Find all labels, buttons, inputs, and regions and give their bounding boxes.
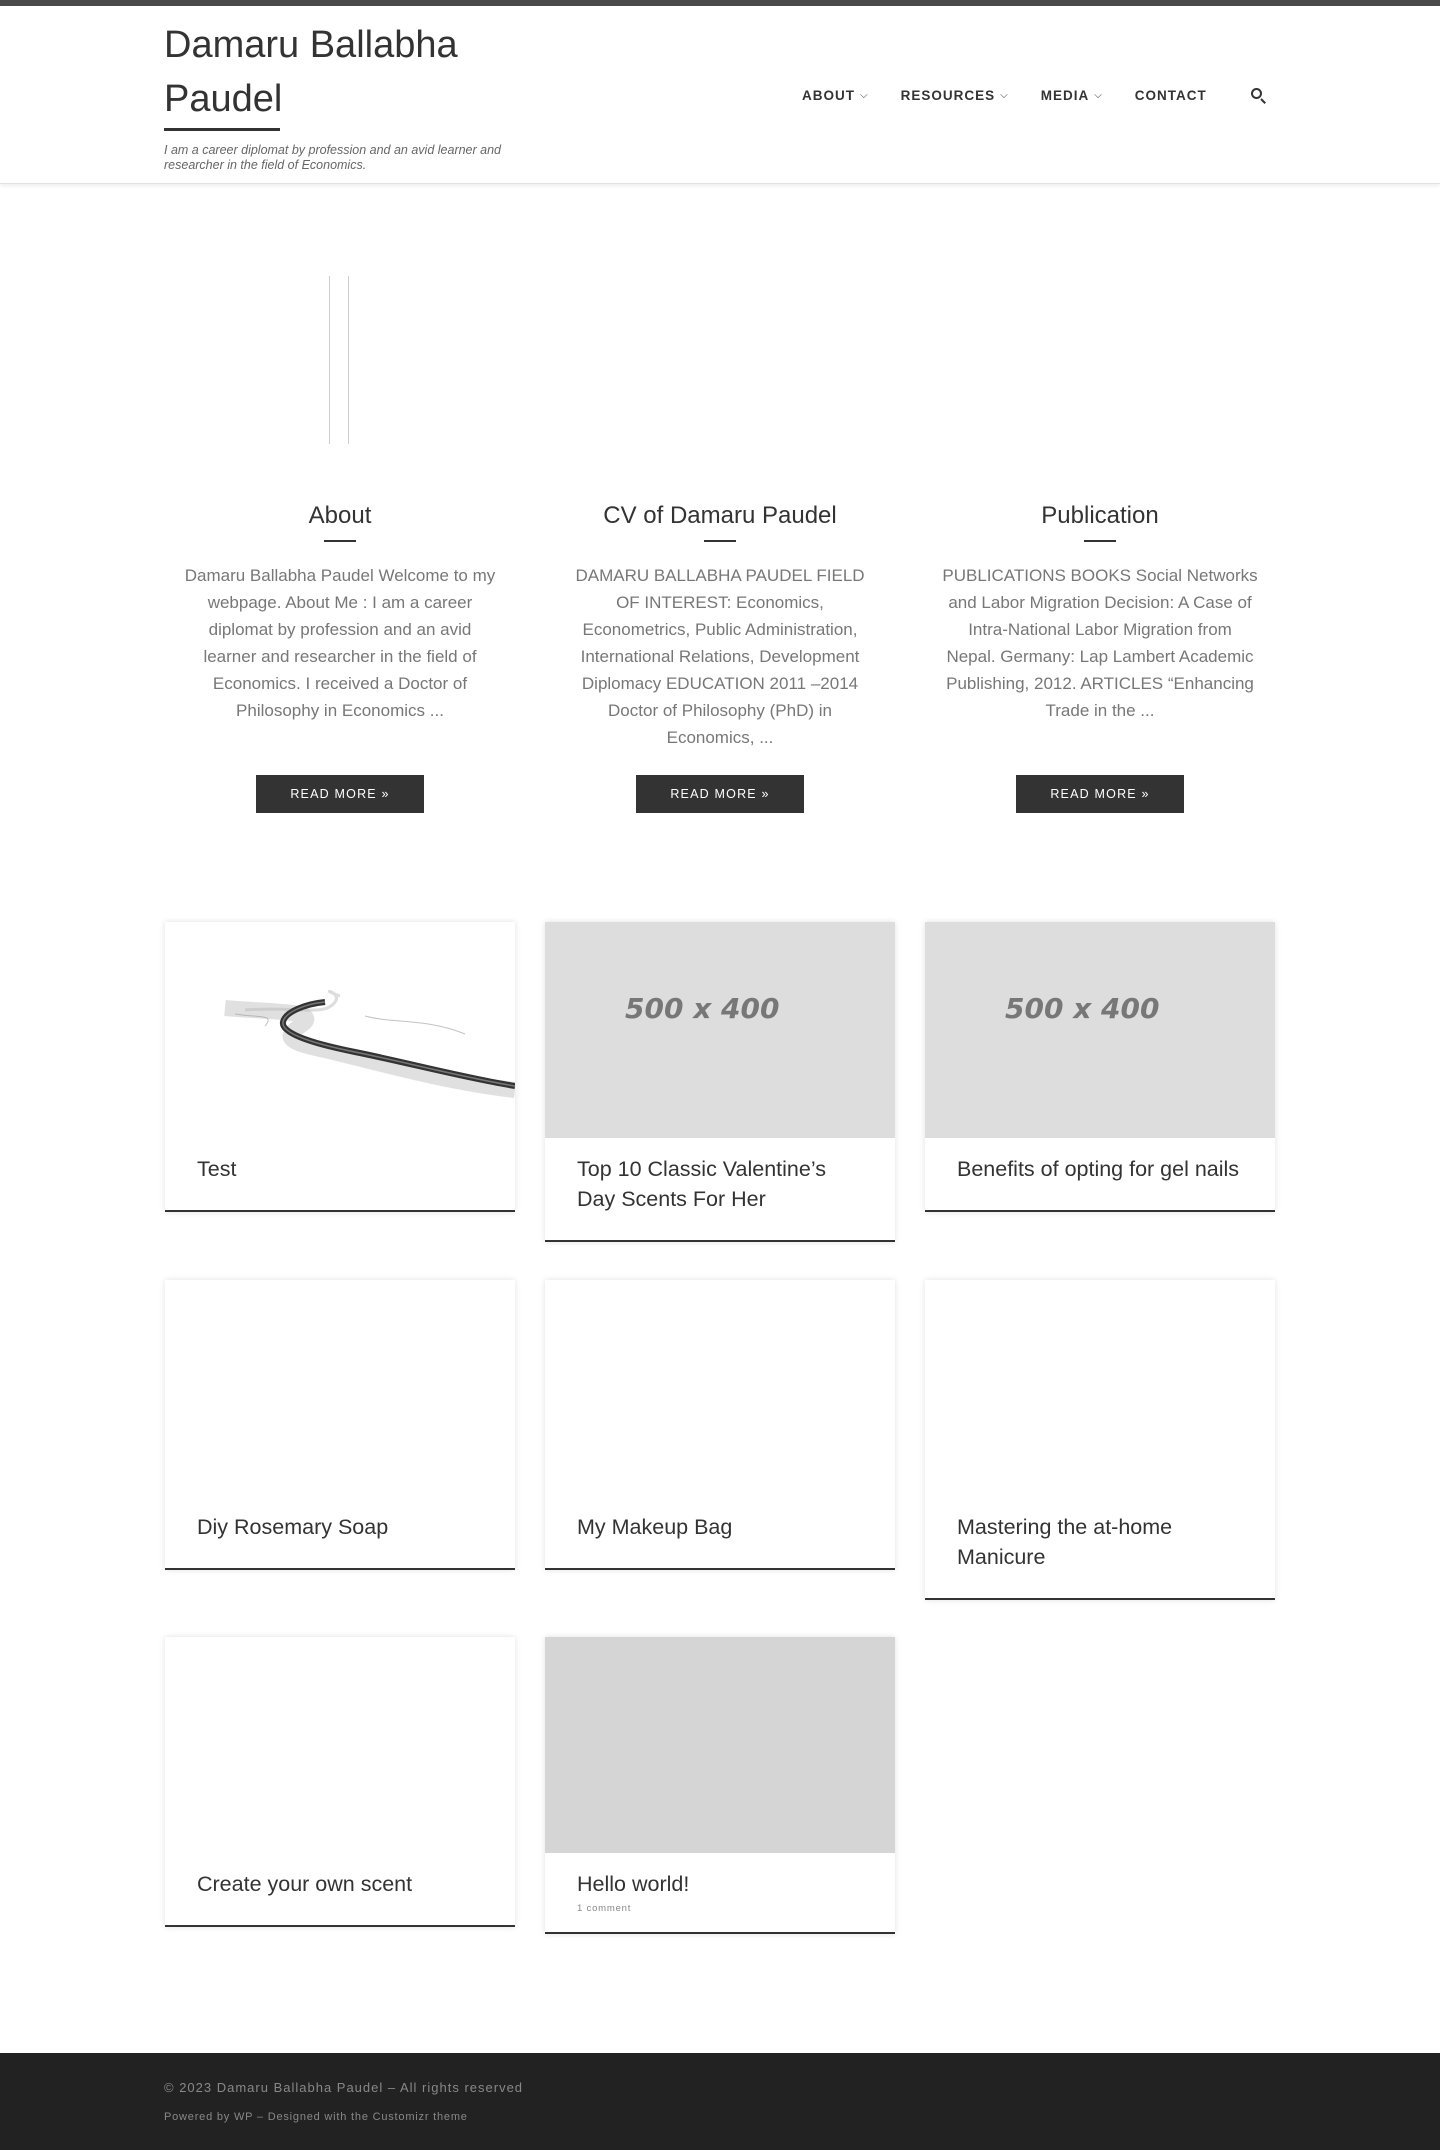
featured-page-cv: CV of Damaru Paudel DAMARU BALLABHA PAUD… — [562, 496, 878, 751]
nav-item-resources[interactable]: RESOURCES ⌵ — [901, 88, 1009, 103]
nav-label: ABOUT — [802, 87, 855, 103]
site-header: Damaru Ballabha Paudel I am a career dip… — [0, 6, 1440, 184]
post-title[interactable]: Diy Rosemary Soap — [197, 1512, 483, 1542]
footer-credits: Powered by WP – Designed with the Custom… — [164, 2111, 468, 2123]
post-card[interactable]: My Makeup Bag — [545, 1280, 895, 1570]
featured-excerpt: PUBLICATIONS BOOKS Social Networks and L… — [942, 566, 1258, 720]
post-card[interactable]: 500 x 400 Benefits of opting for gel nai… — [925, 922, 1275, 1212]
nav-item-contact[interactable]: CONTACT — [1135, 88, 1207, 103]
read-more-button[interactable]: READ MORE » — [256, 775, 424, 813]
nav-label: CONTACT — [1134, 87, 1207, 103]
post-card[interactable]: Test — [165, 922, 515, 1212]
placeholder-text: 500 x 400 — [625, 992, 780, 1025]
post-thumbnail[interactable] — [545, 1637, 895, 1853]
read-more-button[interactable]: READ MORE » — [636, 775, 804, 813]
search-icon[interactable] — [1249, 86, 1267, 104]
title-underline — [704, 540, 736, 542]
post-title[interactable]: Hello world! — [577, 1869, 863, 1899]
title-underline — [164, 128, 280, 131]
title-underline — [324, 540, 356, 542]
post-card[interactable]: Create your own scent — [165, 1637, 515, 1927]
nav-label: MEDIA — [1040, 87, 1090, 103]
post-card[interactable]: 500 x 400 Top 10 Classic Valentine’s Day… — [545, 922, 895, 1242]
chevron-down-icon: ⌵ — [1000, 89, 1009, 101]
chevron-down-icon: ⌵ — [1094, 89, 1103, 101]
title-underline — [1084, 540, 1116, 542]
nav-item-about[interactable]: ABOUT ⌵ — [802, 88, 869, 103]
post-title[interactable]: Mastering the at-home Manicure — [957, 1512, 1243, 1572]
post-title[interactable]: My Makeup Bag — [577, 1512, 863, 1542]
featured-title[interactable]: CV of Damaru Paudel — [562, 496, 878, 536]
comment-count-link[interactable]: 1 comment — [577, 1903, 863, 1914]
read-more-button[interactable]: READ MORE » — [1016, 775, 1184, 813]
featured-page-publication: Publication PUBLICATIONS BOOKS Social Ne… — [942, 496, 1258, 724]
branding: Damaru Ballabha Paudel I am a career dip… — [164, 18, 524, 173]
nav-item-media[interactable]: MEDIA ⌵ — [1041, 88, 1103, 103]
post-title[interactable]: Create your own scent — [197, 1869, 483, 1899]
post-card[interactable]: Hello world! 1 comment — [545, 1637, 895, 1934]
post-title[interactable]: Benefits of opting for gel nails — [957, 1154, 1243, 1184]
post-card[interactable]: Diy Rosemary Soap — [165, 1280, 515, 1570]
site-title-link[interactable]: Damaru Ballabha Paudel — [164, 18, 524, 126]
post-thumbnail[interactable] — [165, 1637, 515, 1853]
post-thumbnail-placeholder[interactable]: 500 x 400 — [545, 922, 895, 1138]
post-thumbnail[interactable] — [545, 1280, 895, 1496]
site-tagline: I am a career diplomat by profession and… — [164, 143, 501, 172]
featured-excerpt: Damaru Ballabha Paudel Welcome to my web… — [184, 566, 496, 720]
post-thumbnail[interactable] — [165, 1280, 515, 1496]
chevron-down-icon: ⌵ — [860, 89, 869, 101]
post-thumbnail[interactable] — [165, 922, 515, 1138]
post-card[interactable]: Mastering the at-home Manicure — [925, 1280, 1275, 1600]
post-thumbnail-placeholder[interactable]: 500 x 400 — [925, 922, 1275, 1138]
site-footer: © 2023 Damaru Ballabha Paudel – All righ… — [0, 2053, 1440, 2150]
nav-label: RESOURCES — [900, 87, 996, 103]
featured-title[interactable]: About — [182, 496, 498, 536]
footer-copyright: © 2023 Damaru Ballabha Paudel – All righ… — [164, 2080, 524, 2095]
decorative-divider-lines — [329, 276, 351, 444]
featured-title[interactable]: Publication — [942, 496, 1258, 536]
placeholder-text: 500 x 400 — [1005, 992, 1160, 1025]
post-title[interactable]: Top 10 Classic Valentine’s Day Scents Fo… — [577, 1154, 863, 1214]
featured-excerpt: DAMARU BALLABHA PAUDEL FIELD OF INTEREST… — [575, 566, 865, 747]
main-navigation: ABOUT ⌵ RESOURCES ⌵ MEDIA ⌵ CONTACT — [802, 86, 1267, 104]
post-title[interactable]: Test — [197, 1154, 483, 1184]
post-thumbnail[interactable] — [925, 1280, 1275, 1496]
featured-page-about: About Damaru Ballabha Paudel Welcome to … — [182, 496, 498, 724]
road-image — [224, 989, 515, 1098]
